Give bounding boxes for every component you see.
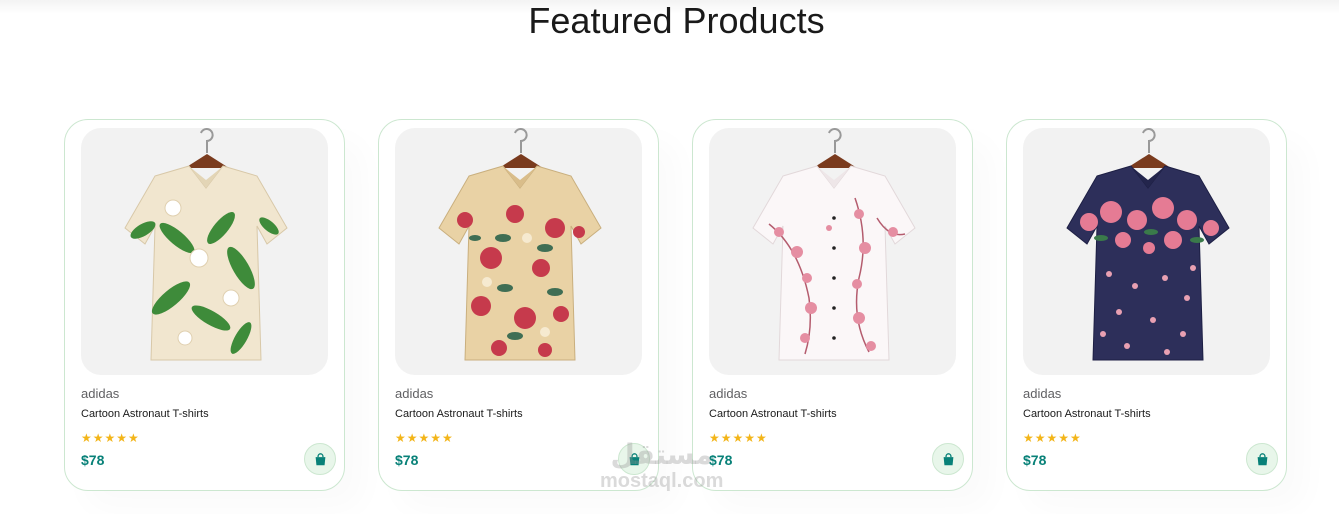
add-to-cart-button[interactable]	[304, 443, 336, 475]
product-price: $78	[395, 452, 419, 468]
shirt-beige-floral-image	[438, 128, 602, 361]
shopping-bag-icon	[315, 452, 325, 465]
add-to-cart-button[interactable]	[932, 443, 964, 475]
shirt-tropical-leaves-image	[124, 128, 288, 361]
product-card[interactable]: adidas Cartoon Astronaut T-shirts ★★★★★ …	[378, 119, 659, 491]
product-brand: adidas	[395, 386, 434, 401]
product-image[interactable]	[709, 128, 956, 375]
product-card[interactable]: adidas Cartoon Astronaut T-shirts ★★★★★ …	[64, 119, 345, 491]
product-brand: adidas	[81, 386, 120, 401]
watermark-arabic: مستقل	[610, 438, 713, 471]
shirt-white-blossom-image	[752, 128, 916, 361]
shirt-navy-rose-image	[1066, 128, 1230, 361]
product-name[interactable]: Cartoon Astronaut T-shirts	[1023, 408, 1151, 420]
star-icon: ★★★★★	[395, 431, 454, 445]
shopping-bag-icon	[1257, 452, 1267, 465]
product-card[interactable]: adidas Cartoon Astronaut T-shirts ★★★★★ …	[1006, 119, 1287, 491]
product-price: $78	[81, 452, 105, 468]
shopping-bag-icon	[943, 452, 953, 465]
star-icon: ★★★★★	[81, 431, 140, 445]
product-card[interactable]: adidas Cartoon Astronaut T-shirts ★★★★★ …	[692, 119, 973, 491]
product-brand: adidas	[1023, 386, 1062, 401]
watermark: مستقل mostaql.com	[600, 438, 724, 493]
star-icon: ★★★★★	[1023, 431, 1082, 445]
add-to-cart-button[interactable]	[1246, 443, 1278, 475]
product-image[interactable]	[1023, 128, 1270, 375]
product-brand: adidas	[709, 386, 748, 401]
product-name[interactable]: Cartoon Astronaut T-shirts	[81, 408, 209, 420]
section-title: Featured Products	[528, 0, 825, 41]
watermark-latin: mostaql.com	[600, 470, 724, 492]
product-price: $78	[1023, 452, 1047, 468]
product-image[interactable]	[81, 128, 328, 375]
product-image[interactable]	[395, 128, 642, 375]
product-name[interactable]: Cartoon Astronaut T-shirts	[395, 408, 523, 420]
product-name[interactable]: Cartoon Astronaut T-shirts	[709, 408, 837, 420]
